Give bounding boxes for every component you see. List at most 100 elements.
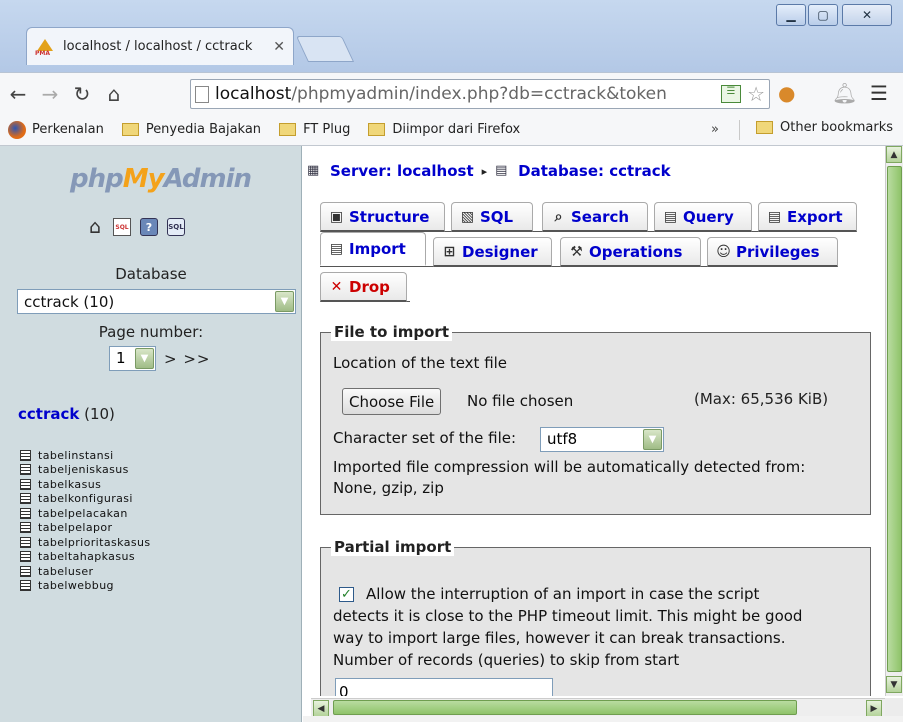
table-icon[interactable] <box>20 551 31 563</box>
table-list-item[interactable]: tabeluser <box>20 564 150 579</box>
new-tab-button[interactable] <box>295 36 355 62</box>
tab-query[interactable]: ▤ Query <box>654 202 752 232</box>
maximize-icon[interactable]: ▢ <box>808 4 838 26</box>
allow-interrupt-label[interactable]: Allow the interruption of an import in c… <box>366 585 759 603</box>
allow-interrupt-label-cont: way to import large files, however it ca… <box>333 629 786 647</box>
reload-icon[interactable]: ↻ <box>68 80 96 108</box>
window-close-icon[interactable]: ✕ <box>842 4 892 26</box>
scroll-right-icon[interactable]: ▶ <box>866 700 882 717</box>
tab-search[interactable]: ⌕ Search <box>542 202 648 232</box>
minimize-icon[interactable]: ▁ <box>776 4 806 26</box>
tab-sql[interactable]: ▧ SQL <box>451 202 533 232</box>
tab-designer[interactable]: ⊞ Designer <box>433 237 552 267</box>
address-bar[interactable]: localhost/phpmyadmin/index.php?db=cctrac… <box>190 79 770 109</box>
compression-formats: None, gzip, zip <box>333 479 444 497</box>
pma-content-frame: ▦ Server: localhost ▸ ▤ Database: cctrac… <box>303 146 885 696</box>
home-icon[interactable]: ⌂ <box>100 80 128 108</box>
file-to-import-section: File to import Location of the text file… <box>320 323 871 515</box>
charset-select[interactable]: utf8 ▼ <box>540 427 664 452</box>
vertical-scrollbar[interactable]: ▲ ▼ <box>885 146 903 696</box>
table-list-item[interactable]: tabelpelacakan <box>20 506 150 521</box>
charset-label: Character set of the file: <box>333 429 517 447</box>
page-number-select[interactable]: 1 ▼ <box>109 346 156 371</box>
phpmyadmin-logo[interactable]: phpMyAdmin <box>70 164 252 194</box>
browser-titlebar: PMA localhost / localhost / cctrack ✕ ▁ … <box>0 0 903 72</box>
drop-icon: ✕ <box>330 278 343 295</box>
firefox-icon <box>8 120 26 139</box>
back-icon[interactable]: ← <box>4 80 32 108</box>
table-list-item[interactable]: tabelpelapor <box>20 521 150 536</box>
structure-icon: ▣ <box>329 208 344 225</box>
page-icon <box>195 85 209 103</box>
bookmark-item[interactable]: Perkenalan <box>8 120 104 139</box>
choose-file-button[interactable]: Choose File <box>342 388 442 415</box>
bookmark-folder[interactable]: Diimpor dari Firefox <box>368 122 520 137</box>
table-list-item[interactable]: tabeltahapkasus <box>20 550 150 565</box>
bookmark-folder[interactable]: Penyedia Bajakan <box>121 122 261 137</box>
sql-docs-icon[interactable]: SQL <box>167 218 185 236</box>
documentation-icon[interactable]: ? <box>140 218 158 236</box>
vertical-scroll-thumb[interactable] <box>887 166 902 672</box>
breadcrumb-database[interactable]: Database: cctrack <box>518 162 670 180</box>
table-list-item[interactable]: tabelwebbug <box>20 579 150 594</box>
browser-tab[interactable]: PMA localhost / localhost / cctrack ✕ <box>26 27 294 65</box>
database-select[interactable]: cctrack (10) ▼ <box>17 289 296 314</box>
nav-database-name[interactable]: cctrack (10) <box>18 405 115 423</box>
skip-records-input[interactable]: 0 <box>335 678 553 696</box>
table-list-item[interactable]: tabelprioritaskasus <box>20 535 150 550</box>
forward-icon[interactable]: → <box>36 80 64 108</box>
url-path: /phpmyadmin/index.php?db=cctrack&token <box>291 84 667 104</box>
breadcrumb: ▦ Server: localhost ▸ ▤ Database: cctrac… <box>307 162 671 180</box>
database-label: Database <box>115 265 187 283</box>
bookmark-folder[interactable]: FT Plug <box>279 122 350 137</box>
table-list-item[interactable]: tabeljeniskasus <box>20 463 150 478</box>
table-icon[interactable] <box>20 449 31 461</box>
table-icon[interactable] <box>20 507 31 519</box>
table-icon[interactable] <box>20 464 31 476</box>
allow-interrupt-checkbox[interactable]: ✓ <box>339 587 354 602</box>
export-icon: ▤ <box>767 208 782 225</box>
scroll-up-icon[interactable]: ▲ <box>886 146 902 163</box>
table-icon[interactable] <box>20 580 31 592</box>
table-icon[interactable] <box>20 478 31 490</box>
chevron-down-icon[interactable]: ▼ <box>135 348 154 369</box>
tab-export[interactable]: ▤ Export <box>758 202 857 232</box>
scroll-down-icon[interactable]: ▼ <box>886 676 902 693</box>
tab-structure[interactable]: ▣ Structure <box>320 202 445 232</box>
query-icon: ▤ <box>663 208 678 225</box>
other-bookmarks-folder[interactable]: Other bookmarks <box>756 120 893 135</box>
tab-import[interactable]: ▤ Import <box>320 232 426 266</box>
table-list-item[interactable]: tabelinstansi <box>20 448 150 463</box>
browser-menu-icon[interactable]: ☰ <box>870 81 888 105</box>
pma-navigation-frame: phpMyAdmin ⌂ SQL ? SQL Database cctrack … <box>0 146 302 722</box>
bookmarks-overflow-button[interactable]: » <box>711 122 719 137</box>
horizontal-scrollbar[interactable]: ◀ ▶ <box>311 698 885 717</box>
database-icon: ▤ <box>495 163 508 178</box>
table-icon[interactable] <box>20 522 31 534</box>
tab-close-icon[interactable]: ✕ <box>273 39 285 55</box>
table-list-item[interactable]: tabelkasus <box>20 477 150 492</box>
query-window-icon[interactable]: SQL <box>113 218 131 236</box>
tab-operations[interactable]: ⚒ Operations <box>560 237 701 267</box>
table-list: tabelinstansi tabeljeniskasus tabelkasus… <box>20 448 150 593</box>
chevron-down-icon[interactable]: ▼ <box>643 429 662 450</box>
tab-drop[interactable]: ✕ Drop <box>320 272 407 302</box>
home-icon[interactable]: ⌂ <box>86 216 104 238</box>
scroll-left-icon[interactable]: ◀ <box>313 700 329 717</box>
horizontal-scroll-thumb[interactable] <box>333 700 797 715</box>
page-next-links[interactable]: > >> <box>164 350 210 368</box>
table-icon[interactable] <box>20 493 31 505</box>
extension-icon[interactable]: ● <box>778 81 795 105</box>
table-list-item[interactable]: tabelkonfigurasi <box>20 492 150 507</box>
bookmark-star-icon[interactable]: ☆ <box>747 82 765 106</box>
notification-bell-icon[interactable]: 🔔︎ <box>832 81 857 105</box>
table-icon[interactable] <box>20 565 31 577</box>
page-action-icon[interactable]: ☰ <box>721 85 741 103</box>
privileges-icon: ☺ <box>716 243 731 260</box>
tab-privileges[interactable]: ☺ Privileges <box>707 237 838 267</box>
chevron-down-icon[interactable]: ▼ <box>275 291 294 312</box>
breadcrumb-server[interactable]: Server: localhost <box>330 162 474 180</box>
allow-interrupt-label-cont: detects it is close to the PHP timeout l… <box>333 607 803 625</box>
breadcrumb-separator: ▸ <box>481 164 488 178</box>
table-icon[interactable] <box>20 536 31 548</box>
